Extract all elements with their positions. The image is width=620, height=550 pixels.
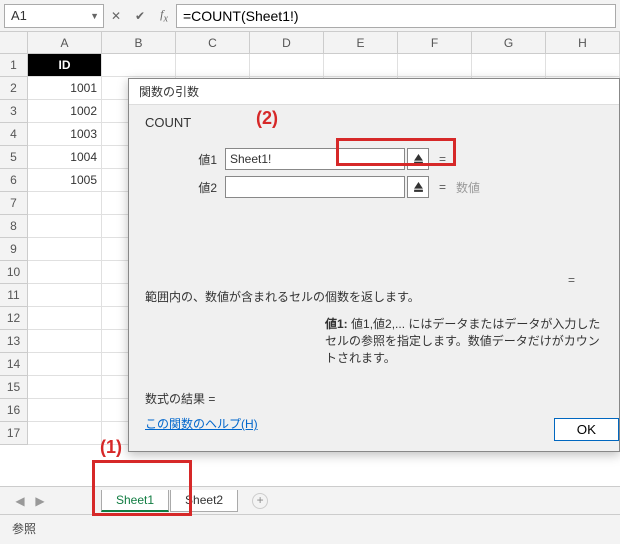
- arg2-label: 値2: [145, 179, 225, 196]
- arg1-label: 値1: [145, 151, 225, 168]
- arg-row-2: 値2 = 数値: [145, 176, 603, 198]
- formula-bar: A1 ▼ ✕ ✔ fx =COUNT(Sheet1!): [0, 0, 620, 32]
- cell[interactable]: [28, 192, 102, 215]
- sheet-tab[interactable]: Sheet1: [101, 490, 169, 512]
- cell[interactable]: [28, 330, 102, 353]
- accept-formula-icon[interactable]: ✔: [128, 9, 152, 23]
- cell[interactable]: [28, 376, 102, 399]
- arg-desc-text: 値1,値2,... にはデータまたはデータが入力したセルの参照を指定します。数値…: [325, 317, 600, 365]
- cell[interactable]: [28, 399, 102, 422]
- cell[interactable]: [28, 215, 102, 238]
- chevron-down-icon[interactable]: ▼: [90, 11, 99, 21]
- cell[interactable]: [176, 54, 250, 77]
- cell[interactable]: [472, 54, 546, 77]
- cancel-formula-icon[interactable]: ✕: [104, 9, 128, 23]
- function-help-link[interactable]: この関数のヘルプ(H): [145, 415, 258, 432]
- row-header[interactable]: 9: [0, 238, 28, 261]
- status-bar: 参照: [0, 514, 620, 544]
- row-header[interactable]: 10: [0, 261, 28, 284]
- arg2-equals: =: [439, 180, 446, 194]
- arg-row-1: 値1 Sheet1! =: [145, 148, 603, 170]
- row-header[interactable]: 13: [0, 330, 28, 353]
- fx-icon[interactable]: fx: [152, 7, 176, 24]
- cell[interactable]: ID: [28, 54, 102, 77]
- row-header[interactable]: 5: [0, 146, 28, 169]
- function-name: COUNT: [145, 115, 603, 130]
- arg1-input[interactable]: Sheet1!: [225, 148, 405, 170]
- arg-desc-label: 値1:: [325, 317, 348, 331]
- function-summary: 範囲内の、数値が含まれるセルの個数を返します。: [145, 288, 603, 305]
- name-box-value: A1: [11, 8, 27, 23]
- row-header[interactable]: 7: [0, 192, 28, 215]
- formula-result: 数式の結果 =: [145, 390, 603, 407]
- cell[interactable]: 1003: [28, 123, 102, 146]
- row-header[interactable]: 15: [0, 376, 28, 399]
- arg2-result: 数値: [456, 179, 480, 196]
- row-header[interactable]: 14: [0, 353, 28, 376]
- column-headers: ABCDEFGH: [0, 32, 620, 54]
- cell[interactable]: [250, 54, 324, 77]
- column-header[interactable]: G: [472, 32, 546, 54]
- cell[interactable]: [28, 422, 102, 445]
- status-mode: 参照: [12, 522, 36, 536]
- row-header[interactable]: 11: [0, 284, 28, 307]
- add-sheet-icon[interactable]: +: [252, 493, 268, 509]
- cell[interactable]: [28, 353, 102, 376]
- row-header[interactable]: 1: [0, 54, 28, 77]
- arg-description: 値1: 値1,値2,... にはデータまたはデータが入力したセルの参照を指定しま…: [145, 315, 603, 366]
- row-header[interactable]: 3: [0, 100, 28, 123]
- column-header[interactable]: F: [398, 32, 472, 54]
- sheet-tab[interactable]: Sheet2: [170, 490, 238, 512]
- formula-input[interactable]: =COUNT(Sheet1!): [176, 4, 616, 28]
- ok-button[interactable]: OK: [554, 418, 619, 441]
- arg1-range-picker-icon[interactable]: [407, 148, 429, 170]
- sheet-tabs-bar: ◀ ▶ Sheet1Sheet2 +: [0, 486, 620, 514]
- column-header[interactable]: D: [250, 32, 324, 54]
- cell[interactable]: [398, 54, 472, 77]
- function-arguments-dialog: 関数の引数 COUNT 値1 Sheet1! = 値2 = 数値 = 範囲内の、…: [128, 78, 620, 452]
- select-all-corner[interactable]: [0, 32, 28, 54]
- column-header[interactable]: A: [28, 32, 102, 54]
- row-header[interactable]: 6: [0, 169, 28, 192]
- table-row: 1ID: [0, 54, 620, 77]
- row-header[interactable]: 4: [0, 123, 28, 146]
- cell[interactable]: 1001: [28, 77, 102, 100]
- column-header[interactable]: B: [102, 32, 176, 54]
- tab-next-icon[interactable]: ▶: [30, 494, 50, 508]
- arg1-equals: =: [439, 152, 446, 166]
- column-header[interactable]: C: [176, 32, 250, 54]
- result-equals: =: [568, 273, 575, 287]
- column-header[interactable]: H: [546, 32, 620, 54]
- cell[interactable]: [28, 307, 102, 330]
- dialog-title: 関数の引数: [129, 79, 619, 105]
- arg2-range-picker-icon[interactable]: [407, 176, 429, 198]
- row-header[interactable]: 12: [0, 307, 28, 330]
- arg2-input[interactable]: [225, 176, 405, 198]
- cell[interactable]: [102, 54, 176, 77]
- row-header[interactable]: 2: [0, 77, 28, 100]
- row-header[interactable]: 17: [0, 422, 28, 445]
- cell[interactable]: [28, 284, 102, 307]
- cell[interactable]: [546, 54, 620, 77]
- cell[interactable]: [28, 238, 102, 261]
- tab-prev-icon[interactable]: ◀: [10, 494, 30, 508]
- cell[interactable]: 1004: [28, 146, 102, 169]
- row-header[interactable]: 8: [0, 215, 28, 238]
- cell[interactable]: [324, 54, 398, 77]
- name-box[interactable]: A1 ▼: [4, 4, 104, 28]
- cell[interactable]: 1002: [28, 100, 102, 123]
- cell[interactable]: [28, 261, 102, 284]
- row-header[interactable]: 16: [0, 399, 28, 422]
- cell[interactable]: 1005: [28, 169, 102, 192]
- column-header[interactable]: E: [324, 32, 398, 54]
- formula-text: =COUNT(Sheet1!): [183, 8, 299, 24]
